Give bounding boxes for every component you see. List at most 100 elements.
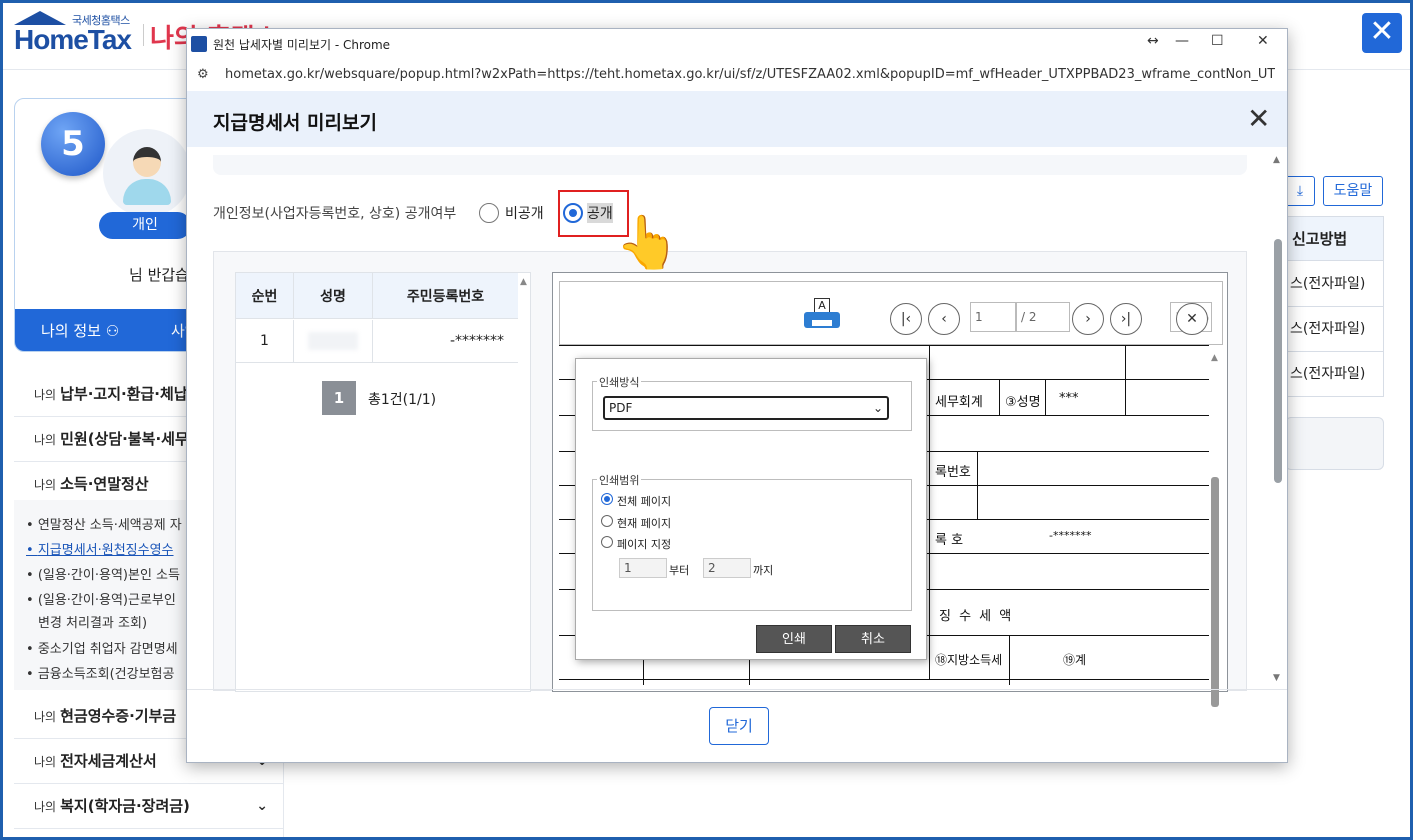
dialog-header: 지급명세서 미리보기 ✕ [187, 91, 1287, 147]
maximize-button[interactable]: ☐ [1211, 33, 1224, 49]
hometax-favicon-icon [191, 36, 207, 52]
minimize-button[interactable]: — [1175, 33, 1189, 49]
col-header-name: 성명 [294, 273, 373, 318]
radio-all-pages-label[interactable]: 전체 페이지 [617, 493, 671, 509]
radio-page-range[interactable] [601, 536, 613, 548]
doc-tax-accountant: 세무회계 [935, 395, 983, 410]
list-scroll-up-icon[interactable]: ▲ [520, 277, 527, 287]
cell-name-value [308, 332, 358, 350]
menu-prefix: 나의 [34, 710, 57, 724]
submenu-label: 중소기업 취업자 감면명세 [37, 642, 178, 657]
pagination-summary: 총1건(1/1) [368, 392, 437, 408]
chevron-down-icon: ⌄ [872, 401, 883, 415]
print-range-legend: 인쇄범위 [597, 472, 642, 488]
menu-label: 소득·연말정산 [60, 475, 149, 493]
hometax-logo[interactable]: HomeTax [14, 24, 132, 56]
submenu-label: 지급명세서·원천징수영수 [37, 543, 174, 558]
window-close-button[interactable]: ✕ [1257, 33, 1269, 49]
cell-rrn: -******* [449, 333, 504, 349]
doc-tax-heading: 징 수 세 액 [939, 609, 1014, 624]
radio-all-pages[interactable] [601, 493, 613, 505]
window-title: 원천 납세자별 미리보기 - Chrome [213, 38, 391, 52]
table-row[interactable]: 스(전자파일) [1286, 307, 1383, 352]
doc-scroll-up-icon[interactable]: ▲ [1211, 353, 1218, 363]
print-dialog: 인쇄방식 PDF ⌄ 인쇄범위 전체 페이지 현재 페이지 페이지 지정 1 부터… [575, 358, 927, 660]
col-header-rrn: 주민등록번호 [406, 288, 485, 305]
doc-reg-no: 록번호 [935, 465, 971, 480]
close-button[interactable]: 닫기 [709, 707, 769, 745]
radio-current-page[interactable] [601, 515, 613, 527]
prev-page-button[interactable]: ‹ [928, 303, 960, 335]
submenu-label: 금융소득조회(건강보험공 [37, 667, 175, 682]
window-titlebar: 원천 납세자별 미리보기 - Chrome ↔ — ☐ ✕ [187, 29, 1287, 59]
doc-rrn-value: -******* [1049, 529, 1092, 542]
right-info-box [1285, 417, 1384, 470]
help-button[interactable]: 도움말 [1323, 176, 1383, 206]
table-header-row: 순번 성명 주민등록번호 [236, 273, 518, 319]
radio-page-range-label[interactable]: 페이지 지정 [617, 536, 671, 552]
header-divider [143, 24, 144, 46]
print-method-value: PDF [609, 401, 633, 415]
radio-private-label[interactable]: 비공개 [505, 203, 544, 223]
menu-label: 민원(상담·불복·세무 [60, 430, 189, 448]
url-text: hometax.go.kr/websquare/popup.html?w2xPa… [225, 67, 1275, 82]
level-badge: 5 [41, 112, 105, 176]
page-number-input[interactable]: 1 [970, 302, 1016, 332]
doc-total: ⑲계 [1063, 653, 1087, 667]
document-scroll-thumb[interactable] [1211, 477, 1219, 707]
table-row[interactable]: 스(전자파일) [1286, 352, 1383, 397]
scroll-up-icon[interactable]: ▲ [1273, 155, 1280, 165]
download-button[interactable]: ⤓ [1285, 176, 1315, 206]
radio-current-page-label[interactable]: 현재 페이지 [617, 515, 671, 531]
scrollbar-thumb[interactable] [1274, 239, 1282, 483]
radio-private[interactable] [479, 203, 499, 223]
payee-table: 순번 성명 주민등록번호 1 -******* ▲ 1 총1건(1/1) [235, 272, 531, 692]
pointer-hand-icon: 👆 [615, 213, 680, 273]
last-page-button[interactable]: ›| [1110, 303, 1142, 335]
next-page-button[interactable]: › [1072, 303, 1104, 335]
footer-divider [187, 689, 1287, 690]
first-page-button[interactable]: |‹ [890, 303, 922, 335]
printer-icon[interactable]: A [804, 298, 840, 334]
cell-no: 1 [236, 320, 294, 362]
dialog-close-icon[interactable]: ✕ [1247, 102, 1270, 135]
menu-prefix: 나의 [34, 800, 57, 814]
viewer-close-button[interactable]: ✕ [1176, 303, 1208, 335]
submenu-label: 연말정산 소득·세액공제 자 [37, 518, 182, 533]
doc-name-value: *** [1059, 391, 1079, 406]
doc-local-tax: ⑱지방소득세 [935, 653, 1003, 667]
document-scrollbar[interactable]: ▲ [1209, 353, 1223, 707]
resize-icon: ↔ [1147, 33, 1159, 49]
table-row[interactable]: 1 -******* [236, 320, 518, 363]
menu-item-welfare[interactable]: 나의 복지(학자금·장려금) ⌄ [14, 784, 284, 829]
address-bar[interactable]: ⚙ hometax.go.kr/websquare/popup.html?w2x… [187, 59, 1287, 91]
close-page-button[interactable]: ✕ [1362, 13, 1402, 53]
page-1-button[interactable]: 1 [322, 381, 356, 415]
print-range-group: 인쇄범위 전체 페이지 현재 페이지 페이지 지정 1 부터 2 까지 [592, 472, 912, 611]
print-button[interactable]: 인쇄 [756, 625, 832, 653]
doc-name-label: ③성명 [1005, 395, 1041, 410]
site-settings-icon[interactable]: ⚙ [197, 67, 209, 82]
page-to-input[interactable]: 2 [703, 558, 751, 578]
download-icon: ⤓ [1296, 183, 1304, 199]
my-info-tab[interactable]: 나의 정보 ⚇ [41, 320, 119, 341]
submenu-label: (일용·간이·용역)근로부인 [37, 593, 176, 608]
page-to-label: 까지 [753, 564, 774, 577]
user-icon: ⚇ [105, 322, 120, 340]
table-row[interactable]: 스(전자파일) [1286, 262, 1383, 307]
page-from-input[interactable]: 1 [619, 558, 667, 578]
table-header: 신고방법 [1286, 217, 1383, 261]
menu-prefix: 나의 [34, 433, 57, 447]
my-info-label: 나의 정보 [41, 322, 101, 340]
scroll-down-icon[interactable]: ▼ [1273, 673, 1280, 683]
preview-popup-window: 원천 납세자별 미리보기 - Chrome ↔ — ☐ ✕ ⚙ hometax.… [186, 28, 1288, 763]
menu-label: 전자세금계산서 [60, 752, 157, 770]
chevron-down-icon: ⌄ [256, 798, 268, 814]
menu-prefix: 나의 [34, 388, 57, 402]
doc-rrn-label: 록 호 [935, 533, 964, 548]
print-method-select[interactable]: PDF ⌄ [603, 396, 889, 420]
print-method-group: 인쇄방식 PDF ⌄ [592, 374, 912, 431]
cancel-button[interactable]: 취소 [835, 625, 911, 653]
menu-prefix: 나의 [34, 478, 57, 492]
popup-scrollbar[interactable]: ▲ ▼ [1271, 155, 1285, 685]
